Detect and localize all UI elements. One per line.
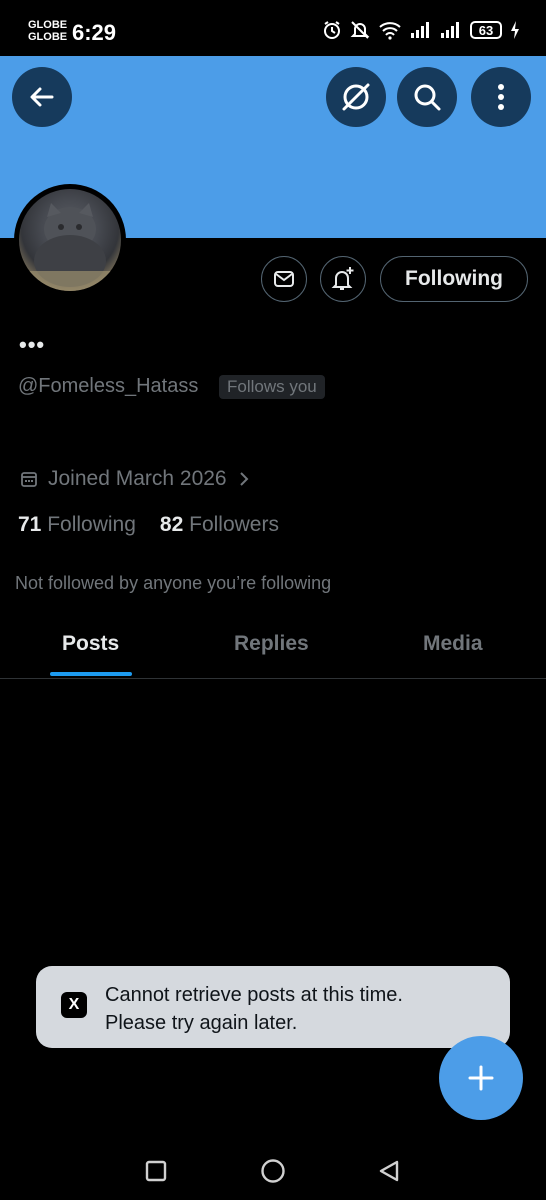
toast-line-1: Cannot retrieve posts at this time. bbox=[105, 984, 403, 1006]
avatar-image bbox=[19, 189, 121, 291]
carrier-2: GLOBE bbox=[28, 31, 68, 43]
avatar[interactable] bbox=[14, 184, 126, 296]
mail-icon bbox=[274, 271, 294, 287]
following-count: 71 bbox=[18, 513, 42, 536]
bell-plus-icon bbox=[331, 267, 354, 290]
back-nav-icon[interactable] bbox=[377, 1159, 401, 1183]
signal-icon bbox=[441, 22, 459, 38]
charging-icon bbox=[511, 21, 519, 39]
calendar-icon bbox=[21, 472, 37, 487]
tab-replies[interactable]: Replies bbox=[234, 632, 309, 656]
carrier-1: GLOBE bbox=[28, 19, 68, 31]
following-label: Following bbox=[47, 513, 136, 536]
mutual-followers-text: Not followed by anyone you’re following bbox=[15, 573, 332, 593]
toast-message: Cannot retrieve posts at this time. Plea… bbox=[105, 981, 403, 1037]
follow-counts: 71 Following 82 Followers bbox=[18, 513, 279, 537]
profile-tabs: Posts Replies Media bbox=[0, 616, 546, 679]
more-vertical-icon bbox=[498, 84, 504, 110]
toast-line-2: Please try again later. bbox=[105, 1012, 298, 1034]
tab-posts[interactable]: Posts bbox=[62, 632, 119, 656]
more-button[interactable] bbox=[471, 67, 531, 127]
follows-you-badge: Follows you bbox=[219, 375, 325, 399]
plus-icon bbox=[468, 1065, 494, 1091]
message-button[interactable] bbox=[261, 256, 307, 302]
active-tab-indicator bbox=[50, 672, 132, 676]
wifi-icon bbox=[379, 22, 401, 40]
cat-image bbox=[19, 203, 121, 291]
profile-handle: @Fomeless_Hatass bbox=[18, 375, 199, 397]
alarm-icon bbox=[324, 21, 340, 39]
display-name: ••• bbox=[19, 332, 46, 357]
joined-date[interactable]: Joined March 2026 bbox=[20, 467, 251, 491]
mute-icon bbox=[350, 21, 370, 39]
chevron-right-icon bbox=[239, 472, 249, 486]
grok-icon bbox=[342, 83, 370, 111]
followers-count: 82 bbox=[159, 513, 184, 536]
system-nav-bar bbox=[0, 1140, 546, 1200]
tab-media[interactable]: Media bbox=[423, 632, 483, 656]
clock: 6:29 bbox=[72, 20, 117, 45]
error-toast: X Cannot retrieve posts at this time. Pl… bbox=[36, 966, 510, 1048]
back-arrow-icon bbox=[30, 87, 54, 107]
notifications-button[interactable] bbox=[320, 256, 366, 302]
followers-label: Followers bbox=[189, 513, 279, 536]
status-icons: 63 bbox=[322, 20, 520, 40]
battery-icon: 63 bbox=[470, 21, 502, 39]
carrier-label: GLOBE GLOBE bbox=[28, 19, 67, 43]
compose-button[interactable] bbox=[439, 1036, 523, 1120]
search-button[interactable] bbox=[397, 67, 457, 127]
search-icon bbox=[414, 84, 441, 111]
x-logo-icon: X bbox=[61, 992, 87, 1018]
grok-button[interactable] bbox=[326, 67, 386, 127]
followers-count-link[interactable]: 82 Followers bbox=[160, 513, 279, 537]
following-button[interactable]: Following bbox=[380, 256, 528, 302]
back-button[interactable] bbox=[12, 67, 72, 127]
following-count-link[interactable]: 71 Following bbox=[18, 513, 136, 537]
joined-label: Joined March 2026 bbox=[48, 467, 227, 490]
signal-icon bbox=[411, 22, 429, 38]
recents-icon[interactable] bbox=[145, 1160, 167, 1182]
home-icon[interactable] bbox=[260, 1158, 286, 1184]
status-bar: GLOBE GLOBE 6:29 63 bbox=[0, 0, 546, 56]
